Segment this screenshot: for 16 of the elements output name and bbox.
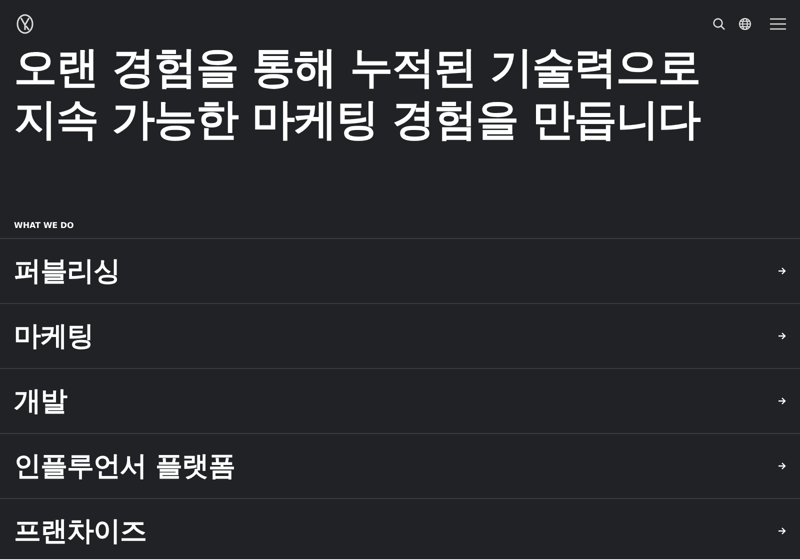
service-link[interactable]: 퍼블리싱 bbox=[0, 238, 800, 303]
arrow-icon bbox=[778, 397, 786, 405]
service-link[interactable]: 프랜차이즈 bbox=[0, 498, 800, 559]
logo-icon[interactable] bbox=[16, 14, 34, 34]
menu-icon[interactable] bbox=[770, 18, 786, 30]
arrow-icon bbox=[778, 267, 786, 275]
globe-icon[interactable] bbox=[738, 17, 752, 31]
service-link[interactable]: 마케팅 bbox=[0, 303, 800, 368]
arrow-icon bbox=[778, 527, 786, 535]
arrow-icon bbox=[778, 462, 786, 470]
arrow-icon bbox=[778, 332, 786, 340]
section-label: WHAT WE DO bbox=[14, 220, 75, 232]
search-icon[interactable] bbox=[712, 17, 726, 31]
service-link[interactable]: 인플루언서 플랫폼 bbox=[0, 433, 800, 498]
service-link[interactable]: 개발 bbox=[0, 368, 800, 433]
headline: 오랜 경험을 통해 누적된 기술력으로 지속 가능한 마케팅 경험을 만듭니다 bbox=[14, 42, 702, 146]
